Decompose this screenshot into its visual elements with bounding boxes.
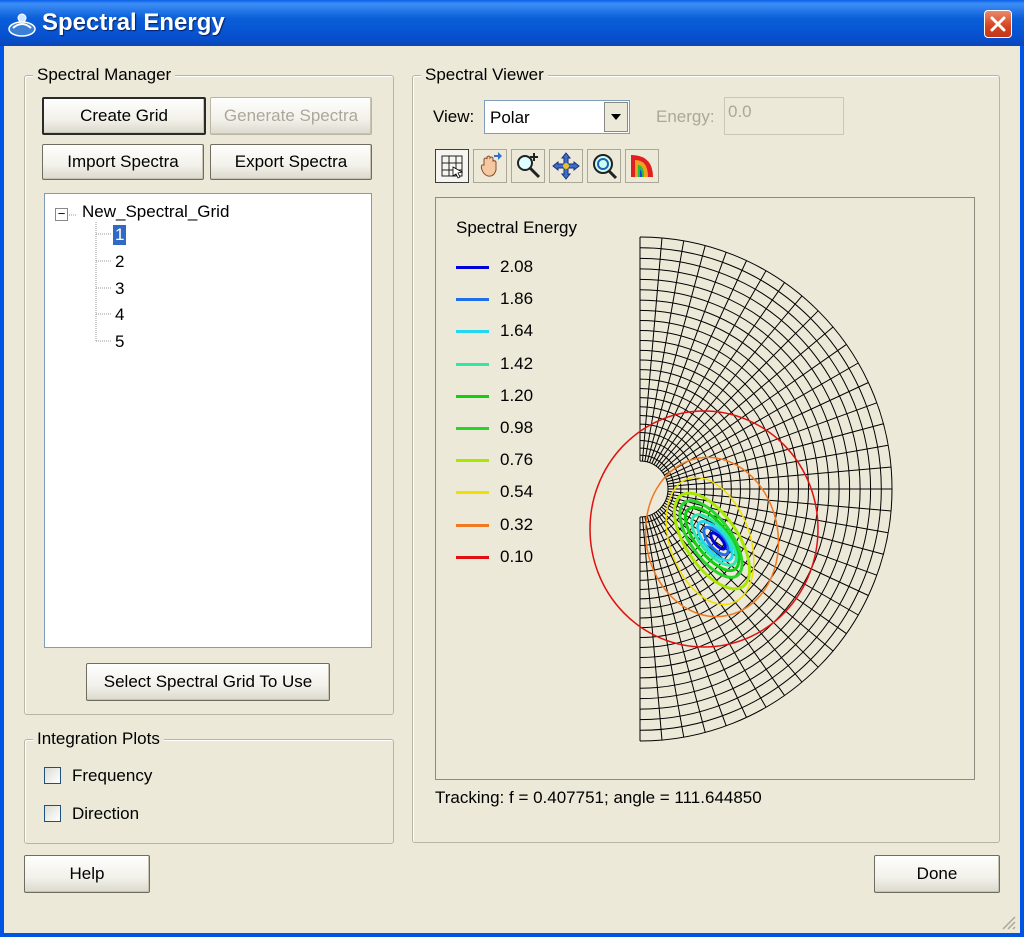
title-bar[interactable]: Spectral Energy [0, 0, 1024, 46]
help-button[interactable]: Help [24, 855, 150, 893]
zoom-extents-tool[interactable] [587, 149, 621, 183]
contour-tool[interactable] [625, 149, 659, 183]
pan-hand-icon [480, 152, 502, 177]
pan-tool[interactable] [473, 149, 507, 183]
window-title: Spectral Energy [42, 9, 225, 36]
contour-icon [631, 155, 653, 177]
export-spectra-button[interactable]: Export Spectra [210, 144, 372, 180]
select-spectral-grid-button[interactable]: Select Spectral Grid To Use [86, 663, 330, 701]
tree-connector-lines [65, 214, 111, 342]
close-button[interactable] [984, 10, 1012, 38]
dialog-client-area: Spectral Manager Create Grid Generate Sp… [4, 46, 1020, 933]
tree-node-1[interactable]: 1 [113, 225, 127, 245]
direction-label[interactable]: Direction [72, 804, 139, 824]
tree-root-toggle[interactable]: − [55, 207, 68, 221]
spectral-plot-area[interactable]: Spectral Energy 2.08 1.86 1.64 1.42 1.20 0.98… [435, 197, 975, 780]
polar-grid [639, 236, 893, 742]
polar-spectrum-plot[interactable] [436, 198, 974, 779]
view-label: View: [433, 107, 475, 126]
zoom-in-tool[interactable] [511, 149, 545, 183]
tree-root-node[interactable]: New_Spectral_Grid [82, 202, 229, 222]
tree-node-2[interactable]: 2 [115, 252, 124, 272]
frequency-label[interactable]: Frequency [72, 766, 152, 786]
import-spectra-button[interactable]: Import Spectra [42, 144, 204, 180]
integration-plots-label: Integration Plots [33, 729, 164, 749]
create-grid-button[interactable]: Create Grid [42, 97, 206, 135]
close-icon [990, 16, 1006, 32]
view-select-value: Polar [490, 108, 530, 127]
zoom-extents-icon [593, 154, 618, 180]
frequency-checkbox[interactable] [44, 767, 61, 784]
energy-input[interactable]: 0.0 [724, 97, 844, 135]
grid-display-icon [441, 155, 464, 179]
move-icon [552, 152, 580, 180]
direction-checkbox[interactable] [44, 805, 61, 822]
dialog-window: Spectral Energy Spectral Manager Create … [0, 0, 1024, 937]
zoom-in-icon [517, 153, 541, 179]
app-icon [8, 13, 36, 37]
grid-display-tool[interactable] [435, 149, 469, 183]
chevron-down-icon [611, 114, 621, 120]
generate-spectra-button[interactable]: Generate Spectra [210, 97, 372, 135]
tracking-readout: Tracking: f = 0.407751; angle = 111.6448… [435, 788, 762, 807]
move-tool[interactable] [549, 149, 583, 183]
integration-plots-group: Integration Plots [24, 729, 394, 844]
resize-grip-icon[interactable] [1000, 914, 1016, 930]
spectral-manager-label: Spectral Manager [33, 65, 176, 85]
done-button[interactable]: Done [874, 855, 1000, 893]
tree-node-5[interactable]: 5 [115, 332, 124, 352]
tree-node-4[interactable]: 4 [115, 305, 124, 325]
energy-label: Energy: [656, 107, 715, 126]
view-select[interactable]: Polar [484, 100, 630, 134]
view-dropdown-button[interactable] [604, 102, 628, 132]
spectral-grid-tree[interactable]: − New_Spectral_Grid 1 2 3 4 5 [44, 193, 372, 648]
spectral-viewer-label: Spectral Viewer [421, 65, 548, 85]
tree-node-3[interactable]: 3 [115, 279, 124, 299]
